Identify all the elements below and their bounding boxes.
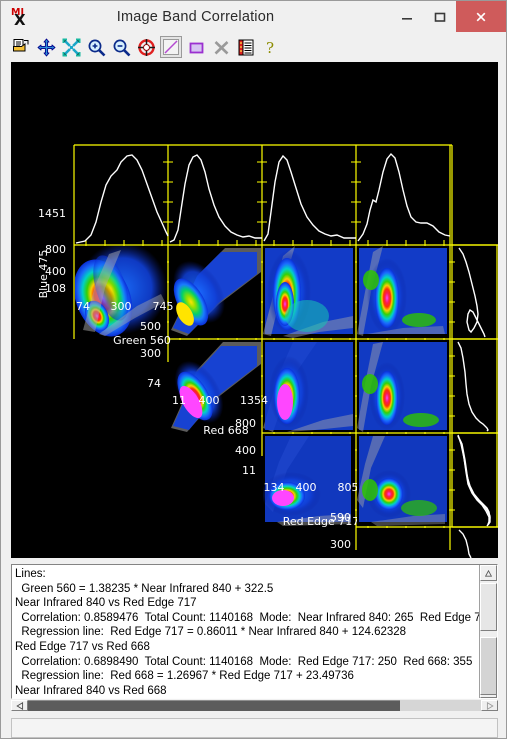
scroll-thumb-upper[interactable]	[480, 583, 497, 631]
minimize-button[interactable]	[390, 1, 423, 32]
svg-text:X: X	[14, 11, 26, 27]
pan-move-icon[interactable]	[35, 36, 57, 58]
regression-line-icon[interactable]	[160, 36, 182, 58]
status-bar	[11, 718, 498, 738]
scroll-track[interactable]	[480, 581, 497, 695]
scroll-left-arrow[interactable]	[11, 700, 28, 712]
open-file-icon[interactable]	[10, 36, 32, 58]
scroll-thumb-lower[interactable]	[480, 637, 497, 695]
title-bar: MI X Image Band Correlation	[1, 1, 506, 32]
toolbar: ?	[1, 32, 506, 62]
select-box-icon[interactable]	[185, 36, 207, 58]
output-vertical-scrollbar[interactable]	[479, 565, 497, 698]
statistics-output-panel[interactable]: Lines: Green 560 = 1.38235 * Near Infrar…	[11, 564, 498, 699]
list-report-icon[interactable]	[235, 36, 257, 58]
output-horizontal-scrollbar[interactable]	[11, 700, 498, 712]
close-button[interactable]	[456, 1, 506, 32]
help-question-icon[interactable]: ?	[260, 36, 282, 58]
cell-rededge717-vs-nir840	[357, 434, 449, 526]
window-title: Image Band Correlation	[116, 8, 275, 25]
image-band-correlation-window: MI X Image Band Correlation ? 1451 800 4…	[0, 0, 507, 739]
statistics-text: Lines: Green 560 = 1.38235 * Near Infrar…	[15, 568, 479, 697]
svg-text:?: ?	[266, 39, 274, 57]
scroll-up-arrow[interactable]	[480, 565, 497, 581]
maximize-button[interactable]	[423, 1, 456, 32]
collapse-icon[interactable]	[60, 36, 82, 58]
mi-x-icon: MI X	[10, 5, 34, 29]
target-crosshair-icon[interactable]	[135, 36, 157, 58]
zoom-out-icon[interactable]	[110, 36, 132, 58]
hscroll-track[interactable]	[28, 700, 481, 712]
scatterplot-matrix[interactable]: 1451 800 400 108 Blue 475 74 300 745 Gre…	[11, 62, 498, 558]
clear-x-icon[interactable]	[210, 36, 232, 58]
hscroll-thumb[interactable]	[28, 700, 400, 712]
zoom-in-icon[interactable]	[85, 36, 107, 58]
window-controls	[390, 1, 506, 32]
scroll-right-arrow[interactable]	[481, 700, 498, 712]
